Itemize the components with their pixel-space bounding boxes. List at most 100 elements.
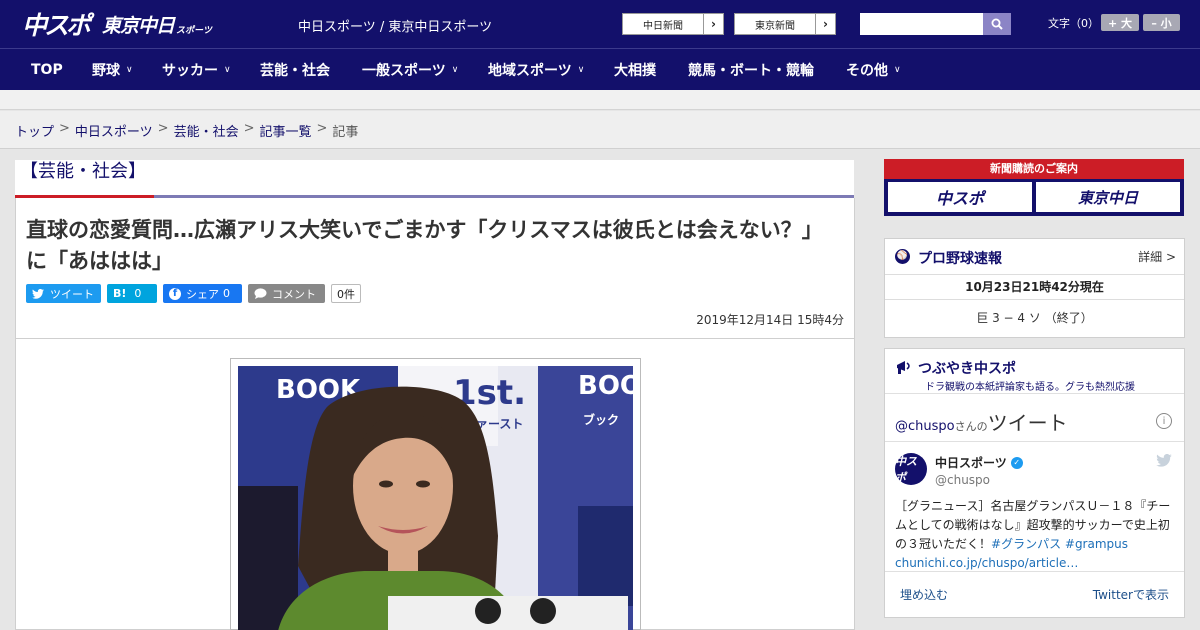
logo-tokyo-chunichi: 東京中日 xyxy=(102,14,175,37)
tweet-button[interactable]: ツイート xyxy=(26,284,101,303)
site-name-link[interactable]: 中日スポーツ / 東京中日スポーツ xyxy=(298,16,492,35)
article-photo-frame: BOOK 1st. ブックファースト BOO ブック xyxy=(230,358,641,630)
chunichi-shimbun-link[interactable]: 中日新聞 › xyxy=(622,13,724,35)
backdrop-bukku: ブック xyxy=(583,412,619,427)
twitter-widget-title: つぶやき中スポ xyxy=(918,361,1016,377)
nav-item-top[interactable]: TOP xyxy=(31,49,63,90)
breadcrumb-chunichi-sports[interactable]: 中日スポーツ xyxy=(75,121,153,140)
top-header: 中スポ 東京中日 スポーツ 中日スポーツ / 東京中日スポーツ 中日新聞 › 東… xyxy=(0,0,1200,48)
hatena-bookmark-button[interactable]: B! 0 xyxy=(107,284,157,303)
baseball-score[interactable]: 巨 3 − 4 ソ （終了） xyxy=(885,300,1184,336)
nav-label: 野球 xyxy=(92,62,120,79)
handle-suffix: さんの xyxy=(954,420,988,433)
facebook-share-button[interactable]: f シェア 0 xyxy=(163,284,242,303)
nav-item-other[interactable]: その他 ∨ xyxy=(846,49,901,90)
chevron-down-icon: ∨ xyxy=(224,64,231,75)
breadcrumb-article-list[interactable]: 記事一覧 xyxy=(260,121,312,140)
font-smaller-button[interactable]: – 小 xyxy=(1143,14,1180,31)
tweet-author[interactable]: 中日スポーツ ✓ xyxy=(935,454,1023,471)
tokyo-shimbun-link[interactable]: 東京新聞 › xyxy=(734,13,836,35)
tweet-link[interactable]: chunichi.co.jp/chuspo/article… xyxy=(895,556,1078,570)
breadcrumb-separator: > xyxy=(316,121,328,136)
view-on-twitter-link[interactable]: Twitterで表示 xyxy=(1093,586,1169,603)
breadcrumb-top[interactable]: トップ xyxy=(15,121,54,140)
tweet-text: ［グラニュース］名古屋グランパスＵ－１８『チームとしての戦術はなし』超攻撃的サッ… xyxy=(895,497,1177,573)
tokyo-shimbun-label: 東京新聞 xyxy=(755,20,795,32)
nav-label: 大相撲 xyxy=(614,62,656,79)
main-nav: TOP 野球 ∨ サッカー ∨ 芸能・社会 一般スポーツ ∨ 地域スポーツ ∨ 大相撲 … xyxy=(0,48,1200,90)
logo-sports: スポーツ xyxy=(176,26,212,36)
chevron-down-icon: ∨ xyxy=(894,64,901,75)
hatena-icon: B! xyxy=(113,287,127,300)
megaphone-icon xyxy=(897,361,910,374)
tweets-heading: @chuspo さんの ツイート xyxy=(895,407,1068,436)
twitter-bird-icon xyxy=(32,288,44,299)
avatar[interactable]: 中スポ xyxy=(895,453,927,485)
twitter-widget-subtitle: ドラ観戦の本紙評論家も語る。グラも熱烈応援 xyxy=(925,382,1135,393)
nav-label: 芸能・社会 xyxy=(260,62,330,79)
chevron-right-icon: › xyxy=(815,14,835,34)
embed-link[interactable]: 埋め込む xyxy=(900,586,948,603)
chunichi-shimbun-label: 中日新聞 xyxy=(643,20,683,32)
nav-label: TOP xyxy=(31,61,63,78)
category-title: 【芸能・社会】 xyxy=(15,160,854,198)
facebook-share-label: シェア xyxy=(186,287,219,301)
article-card: 直球の恋愛質問…広瀬アリス大笑いでごまかす「クリスマスは彼氏とは会えない？」に「… xyxy=(15,198,855,630)
nav-label: 競馬・ボート・競輪 xyxy=(688,62,814,79)
backdrop-boo: BOO xyxy=(578,371,633,401)
subscription-promo[interactable]: 新聞購読のご案内 中スポ 東京中日 xyxy=(884,159,1184,216)
facebook-count: 0 xyxy=(223,287,230,300)
tweet-author-name: 中日スポーツ xyxy=(935,456,1007,470)
search-button[interactable] xyxy=(983,13,1011,35)
speech-bubble-icon xyxy=(254,288,267,299)
twitter-handle-link[interactable]: @chuspo xyxy=(895,419,955,434)
breadcrumb-separator: > xyxy=(59,121,70,136)
article-headline: 直球の恋愛質問…広瀬アリス大笑いでごまかす「クリスマスは彼氏とは会えない？」に「… xyxy=(26,218,823,273)
baseball-header: ⚾ プロ野球速報 詳細 > xyxy=(885,239,1184,275)
baseball-details-link[interactable]: 詳細 > xyxy=(1138,248,1176,265)
article-date: 2019年12月14日 15時4分 xyxy=(696,313,844,327)
breadcrumb-entertainment[interactable]: 芸能・社会 xyxy=(174,121,239,140)
font-bigger-button[interactable]: + 大 xyxy=(1101,14,1139,31)
article-divider xyxy=(16,338,854,339)
baseball-icon: ⚾ xyxy=(895,249,910,264)
article-photo[interactable]: BOOK 1st. ブックファースト BOO ブック xyxy=(238,366,633,630)
ad-strip xyxy=(0,90,1200,110)
nav-item-local-sports[interactable]: 地域スポーツ ∨ xyxy=(488,49,584,90)
nav-item-baseball[interactable]: 野球 ∨ xyxy=(92,49,133,90)
nav-item-general-sports[interactable]: 一般スポーツ ∨ xyxy=(362,49,458,90)
logo-chuspo: 中スポ xyxy=(22,11,91,40)
info-icon[interactable]: i xyxy=(1156,413,1172,429)
nav-item-sumo[interactable]: 大相撲 xyxy=(614,49,656,90)
divider xyxy=(885,393,1184,394)
twitter-bird-icon[interactable] xyxy=(1156,454,1172,467)
tweet-username[interactable]: @chuspo xyxy=(935,473,990,487)
nav-label: サッカー xyxy=(162,62,218,79)
breadcrumb: トップ > 中日スポーツ > 芸能・社会 > 記事一覧 > 記事 xyxy=(0,111,1200,149)
nav-item-racing[interactable]: 競馬・ボート・競輪 xyxy=(688,49,814,90)
tweet-hashtags[interactable]: #グランパス #grampus xyxy=(991,537,1128,551)
baseball-timestamp: 10月23日21時42分現在 xyxy=(885,275,1184,300)
search-input[interactable] xyxy=(860,13,983,35)
nav-label: 一般スポーツ xyxy=(362,62,446,79)
breadcrumb-separator: > xyxy=(243,121,255,136)
promo-tokyo-chunichi[interactable]: 東京中日 xyxy=(1036,182,1180,212)
comment-count: 0件 xyxy=(331,284,361,303)
twitter-widget: つぶやき中スポ ドラ観戦の本紙評論家も語る。グラも熱烈応援 @chuspo さん… xyxy=(884,348,1185,618)
divider xyxy=(885,571,1184,572)
comment-button[interactable]: コメント xyxy=(248,284,325,303)
breadcrumb-current: 記事 xyxy=(332,125,359,140)
site-logo[interactable]: 中スポ 東京中日 スポーツ xyxy=(22,6,212,42)
comment-label: コメント xyxy=(272,287,316,301)
nav-item-entertainment[interactable]: 芸能・社会 xyxy=(260,49,330,90)
divider xyxy=(885,441,1184,442)
tweets-label: ツイート xyxy=(987,411,1068,435)
nav-item-soccer[interactable]: サッカー ∨ xyxy=(162,49,231,90)
promo-chuspo[interactable]: 中スポ xyxy=(888,182,1032,212)
nav-label: 地域スポーツ xyxy=(488,62,572,79)
chevron-right-icon: › xyxy=(703,14,723,34)
baseball-title: プロ野球速報 xyxy=(918,251,1002,267)
search-icon xyxy=(991,18,1003,30)
chevron-down-icon: ∨ xyxy=(451,64,459,75)
facebook-icon: f xyxy=(169,287,181,300)
